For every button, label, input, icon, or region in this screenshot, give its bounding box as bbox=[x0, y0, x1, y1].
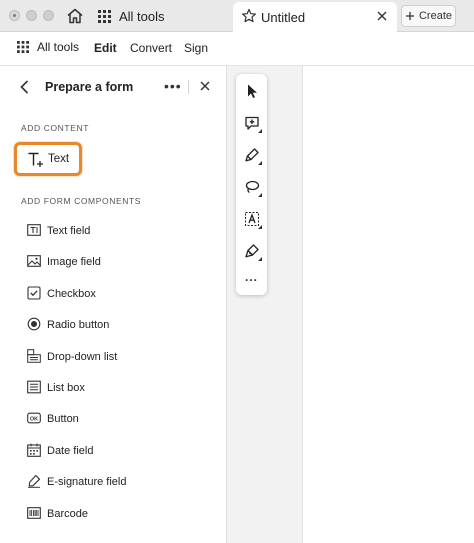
svg-text:OK: OK bbox=[30, 417, 38, 423]
prepare-form-panel: Prepare a form ••• ADD CONTENT Text ADD … bbox=[0, 66, 227, 543]
tab-all-tools[interactable]: All tools bbox=[98, 0, 165, 32]
component-radio-button[interactable]: Radio button bbox=[0, 308, 227, 339]
text-select-icon[interactable] bbox=[242, 209, 262, 229]
date-field-icon bbox=[27, 443, 41, 457]
menu-edit[interactable]: Edit bbox=[94, 41, 117, 55]
component-text-field[interactable]: Text field bbox=[0, 214, 227, 245]
menu-sign[interactable]: Sign bbox=[184, 41, 208, 55]
grid-icon bbox=[98, 9, 111, 23]
list-box-icon bbox=[27, 380, 41, 394]
tab-document-title: Untitled bbox=[261, 10, 306, 25]
component-date-field[interactable]: Date field bbox=[0, 434, 227, 465]
checkbox-icon bbox=[27, 286, 41, 300]
component-esignature-field[interactable]: E-signature field bbox=[0, 465, 227, 496]
close-panel-icon[interactable] bbox=[199, 80, 211, 92]
component-label: Image field bbox=[47, 256, 101, 269]
component-label: Button bbox=[47, 413, 79, 426]
menu-bar: All tools Edit Convert Sign bbox=[0, 32, 474, 66]
component-label: E-signature field bbox=[47, 476, 127, 489]
panel-title: Prepare a form bbox=[45, 80, 134, 94]
window-zoom-button[interactable] bbox=[43, 10, 54, 21]
create-label: Create bbox=[418, 10, 453, 22]
text-field-icon bbox=[27, 223, 41, 237]
close-tab-icon[interactable] bbox=[375, 9, 389, 23]
add-form-components-heading: ADD FORM COMPONENTS bbox=[21, 196, 142, 206]
component-button[interactable]: OK Button bbox=[0, 402, 227, 433]
add-text-icon bbox=[27, 151, 45, 169]
add-text-label: Text bbox=[48, 153, 70, 165]
menu-all-tools[interactable]: All tools bbox=[17, 40, 79, 54]
add-text-button[interactable]: Text bbox=[14, 142, 82, 176]
component-barcode[interactable]: Barcode bbox=[0, 497, 227, 528]
more-tools-icon[interactable]: ... bbox=[236, 270, 267, 284]
barcode-icon bbox=[27, 506, 41, 520]
component-label: Drop-down list bbox=[47, 350, 118, 363]
component-checkbox[interactable]: Checkbox bbox=[0, 277, 227, 308]
menu-all-tools-label: All tools bbox=[37, 40, 80, 54]
component-label: Barcode bbox=[47, 507, 88, 520]
component-dropdown-list[interactable]: Drop-down list bbox=[0, 340, 227, 371]
panel-header: Prepare a form ••• bbox=[0, 66, 227, 108]
ok-button-icon: OK bbox=[27, 411, 41, 425]
window-minimize-button[interactable] bbox=[26, 10, 37, 21]
component-label: Checkbox bbox=[47, 287, 96, 300]
esignature-icon bbox=[27, 474, 41, 488]
menu-convert[interactable]: Convert bbox=[130, 41, 172, 55]
header-divider bbox=[188, 80, 189, 94]
component-image-field[interactable]: Image field bbox=[0, 245, 227, 276]
form-components-list: Text field Image field Checkbox Radio bu… bbox=[0, 214, 227, 528]
lasso-icon[interactable] bbox=[242, 177, 262, 197]
tab-all-tools-label: All tools bbox=[119, 8, 165, 24]
window-close-button[interactable] bbox=[9, 10, 20, 21]
component-label: List box bbox=[47, 381, 85, 394]
title-bar: All tools Untitled Create bbox=[0, 0, 474, 32]
dropdown-list-icon bbox=[27, 348, 41, 363]
signature-pen-icon[interactable] bbox=[242, 241, 262, 261]
add-content-heading: ADD CONTENT bbox=[21, 123, 89, 133]
grid-icon bbox=[17, 41, 29, 53]
image-field-icon bbox=[27, 254, 41, 268]
select-arrow-icon[interactable] bbox=[242, 81, 261, 100]
component-label: Radio button bbox=[47, 319, 110, 332]
highlight-pen-icon[interactable] bbox=[242, 145, 262, 165]
document-page[interactable] bbox=[302, 66, 474, 543]
star-icon[interactable] bbox=[241, 8, 257, 24]
add-comment-icon[interactable] bbox=[242, 113, 262, 133]
more-options-icon[interactable]: ••• bbox=[164, 78, 182, 94]
create-button[interactable]: Create bbox=[401, 5, 456, 27]
home-icon[interactable] bbox=[65, 7, 85, 25]
plus-icon bbox=[405, 11, 415, 21]
component-label: Text field bbox=[47, 225, 91, 237]
component-list-box[interactable]: List box bbox=[0, 371, 227, 402]
tab-document[interactable]: Untitled bbox=[233, 2, 397, 32]
back-arrow-icon[interactable] bbox=[18, 79, 32, 95]
quick-tools-toolbar: ... bbox=[236, 74, 267, 295]
radio-button-icon bbox=[27, 317, 41, 331]
component-label: Date field bbox=[47, 444, 94, 457]
